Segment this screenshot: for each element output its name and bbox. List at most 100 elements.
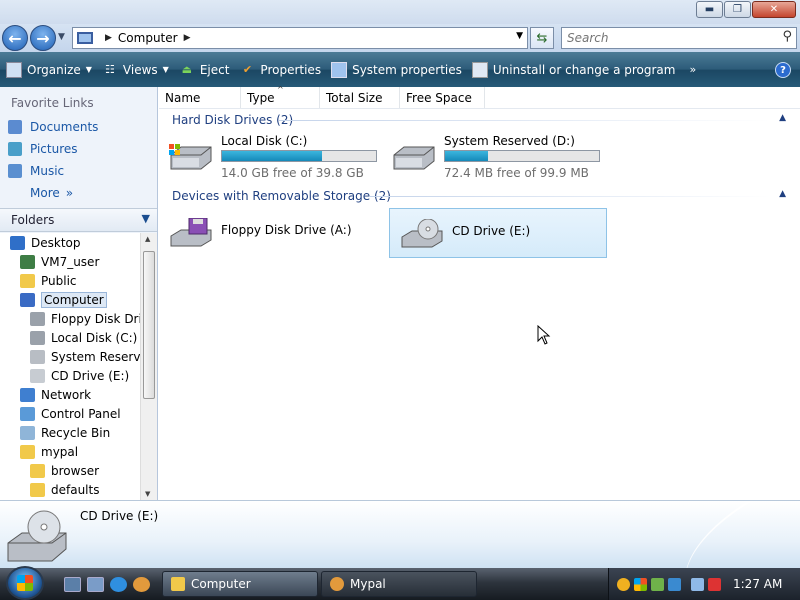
breadcrumb-separator-icon[interactable]: ▶ (184, 33, 191, 43)
search-icon[interactable]: ⚲ (782, 29, 792, 44)
folders-label: Folders (11, 213, 55, 227)
back-button[interactable]: ← (2, 25, 28, 51)
more-commands-button[interactable]: » (689, 63, 696, 76)
taskbar-button-mypal[interactable]: Mypal (321, 571, 477, 597)
start-button[interactable] (6, 566, 44, 600)
volume-muted-icon[interactable] (708, 577, 721, 591)
system-properties-label: System properties (352, 62, 462, 77)
maximize-button[interactable]: ❐ (724, 1, 751, 18)
tree-item-public[interactable]: Public (0, 271, 140, 290)
desktop-icon (10, 235, 25, 250)
organize-label: Organize (27, 62, 81, 77)
favorite-documents[interactable]: Documents (0, 116, 157, 138)
title-bar: ▬ ❐ ✕ (0, 0, 800, 24)
breadcrumb-computer[interactable]: Computer (118, 31, 178, 45)
column-free-space[interactable]: Free Space (400, 87, 485, 108)
column-name[interactable]: Name (159, 87, 241, 108)
security-alert-icon[interactable] (617, 577, 630, 591)
cd-drive-icon (401, 219, 443, 248)
folders-header[interactable]: Folders ▼ (0, 208, 157, 232)
uninstall-label: Uninstall or change a program (492, 62, 676, 77)
navigation-pane: Favorite Links Documents Pictures Music … (0, 87, 158, 500)
favorite-more[interactable]: More » (0, 182, 157, 204)
breadcrumb-separator-icon[interactable]: ▶ (105, 33, 112, 43)
mypal-quicklaunch-icon[interactable] (133, 577, 150, 592)
tree-item-vm7-user[interactable]: VM7_user (0, 252, 140, 271)
group-hard-disks[interactable]: Hard Disk Drives (2) ▲ (159, 109, 800, 131)
favorite-music[interactable]: Music (0, 160, 157, 182)
system-tray: 1:27 AM (608, 568, 800, 600)
tree-item-label: defaults (51, 482, 100, 497)
tree-item-label: System Reserved (51, 349, 140, 364)
tree-item-floppy-disk-drive[interactable]: Floppy Disk Drive (0, 309, 140, 328)
tree-item-cd-drive-e[interactable]: CD Drive (E:) (0, 366, 140, 385)
taskbar-button-computer[interactable]: Computer (162, 571, 318, 597)
scroll-up-icon[interactable]: ▲ (145, 235, 150, 243)
views-label: Views (122, 62, 158, 77)
arrow-left-icon: ← (8, 28, 22, 48)
drive-floppy-a[interactable]: Floppy Disk Drive (A:) (159, 208, 377, 258)
clock[interactable]: 1:27 AM (733, 577, 782, 591)
search-input[interactable] (562, 28, 762, 48)
column-total-size[interactable]: Total Size (320, 87, 400, 108)
refresh-button[interactable]: ⇆ (530, 27, 554, 49)
drive-name: System Reserved (D:) (444, 134, 575, 148)
search-box[interactable]: ⚲ (561, 27, 797, 49)
switch-windows-icon[interactable] (87, 577, 104, 592)
drive-system-reserved-d[interactable]: System Reserved (D:) 72.4 MB free of 99.… (382, 131, 600, 180)
show-desktop-icon[interactable] (64, 577, 81, 592)
eject-button[interactable]: ⏏ Eject (179, 62, 230, 78)
computer-icon (20, 292, 35, 307)
system-properties-button[interactable]: System properties (331, 61, 462, 78)
internet-explorer-icon[interactable] (110, 577, 127, 592)
user-folder-icon (20, 254, 35, 269)
display-tray-icon[interactable] (691, 577, 704, 591)
recent-pages-dropdown[interactable]: ▼ (58, 32, 65, 42)
system-properties-icon (331, 61, 348, 78)
scroll-down-icon[interactable]: ▼ (145, 490, 150, 498)
network-tray-icon[interactable] (651, 577, 664, 591)
tree-item-computer[interactable]: Computer (0, 290, 140, 309)
collapse-icon[interactable]: ▲ (779, 189, 786, 199)
folder-icon (30, 463, 45, 478)
tree-item-local-disk-c[interactable]: Local Disk (C:) (0, 328, 140, 347)
minimize-button[interactable]: ▬ (696, 1, 723, 18)
help-button[interactable]: ? (775, 62, 791, 78)
favorite-pictures[interactable]: Pictures (0, 138, 157, 160)
views-icon: ☷ (104, 63, 115, 76)
tree-item-mypal[interactable]: mypal (0, 442, 140, 461)
folder-tree: Desktop VM7_user Public Computer Floppy Disk… (0, 233, 140, 500)
collapse-icon[interactable]: ▲ (779, 113, 786, 123)
drive-free-space: 14.0 GB free of 39.8 GB (221, 166, 364, 180)
update-tray-icon[interactable] (668, 577, 681, 591)
drive-local-disk-c[interactable]: Local Disk (C:) 14.0 GB free of 39.8 GB (159, 131, 377, 180)
tree-item-network[interactable]: Network (0, 385, 140, 404)
windows-flag-tray-icon[interactable] (634, 577, 647, 591)
scrollbar-thumb[interactable] (143, 251, 155, 399)
organize-button[interactable]: Organize ▼ (6, 61, 92, 78)
tree-item-defaults[interactable]: defaults (0, 480, 140, 499)
tree-item-desktop[interactable]: Desktop (0, 233, 140, 252)
more-label: More (30, 186, 60, 200)
tree-item-control-panel[interactable]: Control Panel (0, 404, 140, 423)
tree-item-recycle-bin[interactable]: Recycle Bin (0, 423, 140, 442)
group-divider (279, 120, 770, 121)
views-button[interactable]: ☷ Views ▼ (102, 62, 169, 78)
tree-item-system-reserved[interactable]: System Reserved (0, 347, 140, 366)
control-panel-icon (20, 406, 35, 421)
address-bar[interactable]: ▶ Computer ▶ ▼ (72, 27, 528, 49)
folder-tree-scrollbar[interactable]: ▲ ▼ (140, 233, 157, 500)
forward-button[interactable]: → (30, 25, 56, 51)
tree-item-browser[interactable]: browser (0, 461, 140, 480)
properties-button[interactable]: ✔ Properties (239, 62, 321, 78)
cd-drive-icon (7, 510, 67, 562)
usage-fill (445, 151, 489, 161)
drive-cd-e[interactable]: CD Drive (E:) (389, 208, 607, 258)
local-disk-icon (169, 144, 212, 170)
address-dropdown-icon[interactable]: ▼ (516, 31, 523, 41)
uninstall-button[interactable]: Uninstall or change a program (471, 61, 676, 78)
close-button[interactable]: ✕ (752, 1, 796, 18)
column-type[interactable]: ^ Type (241, 85, 320, 108)
column-type-label: Type (247, 91, 275, 105)
group-removable-storage[interactable]: Devices with Removable Storage (2) ▲ (159, 185, 800, 207)
